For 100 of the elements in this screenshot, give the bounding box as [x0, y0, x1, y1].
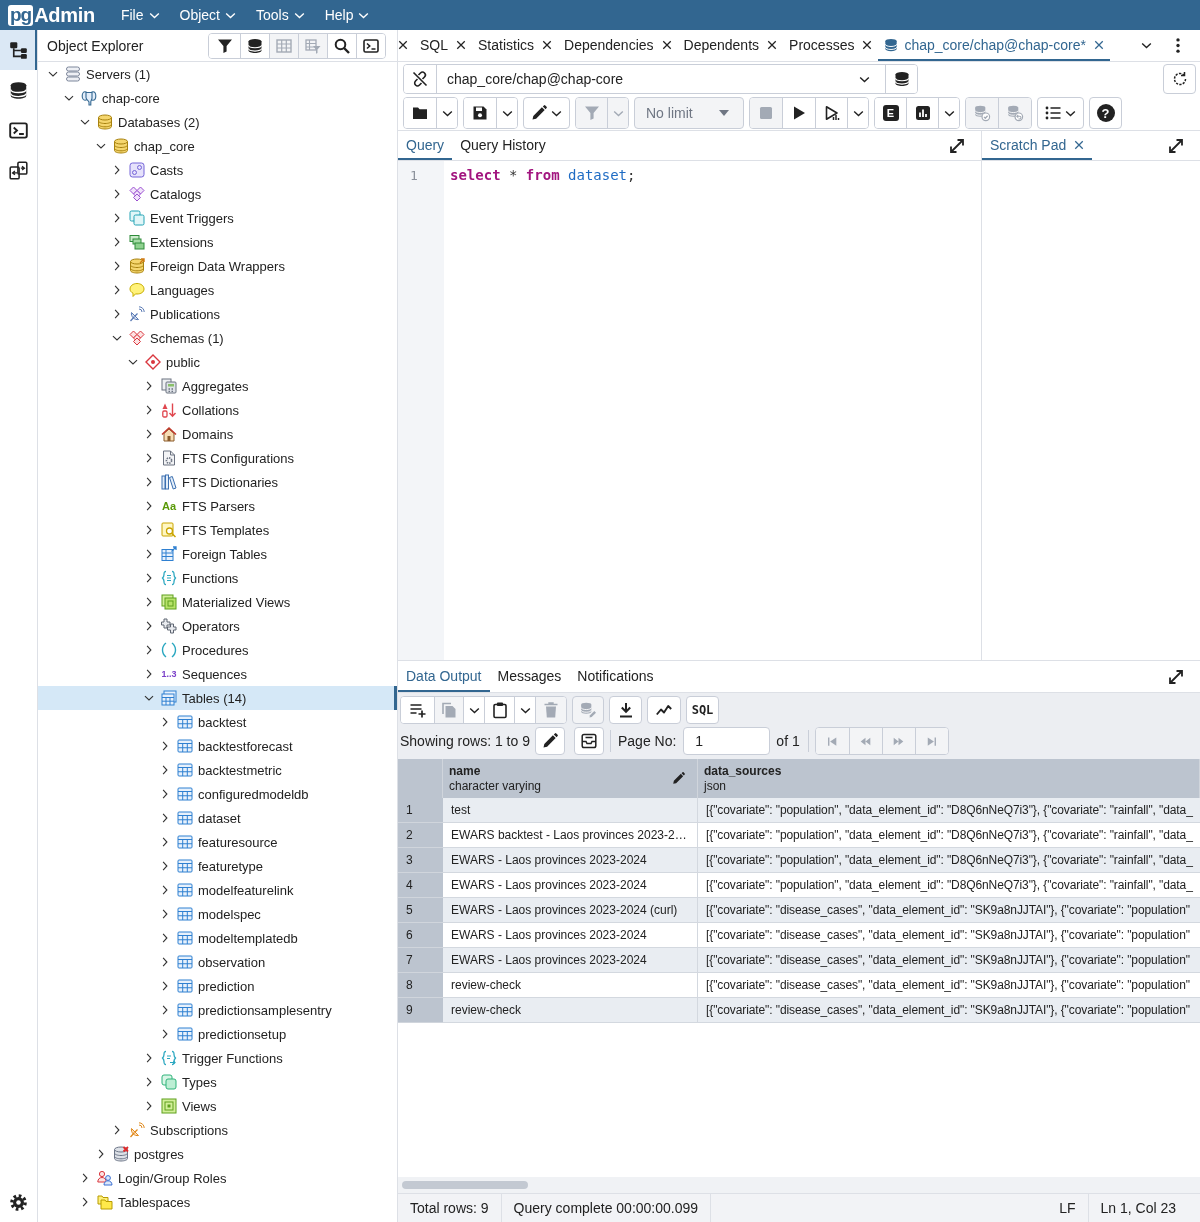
close-icon[interactable]: [1093, 39, 1104, 50]
tree-item[interactable]: Event Triggers: [38, 206, 397, 230]
graph-button[interactable]: [647, 696, 681, 724]
chevron-right-icon[interactable]: [146, 525, 152, 535]
close-icon[interactable]: [661, 39, 672, 50]
chevron-right-icon[interactable]: [162, 957, 168, 967]
tree-item[interactable]: Procedures: [38, 638, 397, 662]
tree-item[interactable]: Casts: [38, 158, 397, 182]
new-connection-button[interactable]: [885, 65, 917, 93]
tab[interactable]: Notifications: [569, 661, 662, 692]
tree-item[interactable]: FTS Dictionaries: [38, 470, 397, 494]
tree-item[interactable]: Schemas (1): [38, 326, 397, 350]
chevron-right-icon[interactable]: [146, 429, 152, 439]
tab[interactable]: Scratch Pad: [982, 131, 1093, 160]
reset-layout-button[interactable]: [1163, 64, 1196, 94]
chevron-right-icon[interactable]: [146, 669, 152, 679]
chevron-right-icon[interactable]: [162, 933, 168, 943]
column-header[interactable]: name character varying: [443, 759, 698, 798]
tab[interactable]: Processes: [783, 30, 879, 61]
chevron-right-icon[interactable]: [162, 717, 168, 727]
tree-item[interactable]: postgres: [38, 1142, 397, 1166]
tab[interactable]: SQL: [414, 30, 472, 61]
chevron-right-icon[interactable]: [146, 405, 152, 415]
chevron-right-icon[interactable]: [82, 1197, 88, 1207]
chevron-down-icon[interactable]: [64, 95, 74, 101]
tree-item[interactable]: Types: [38, 1070, 397, 1094]
tree-item[interactable]: dataset: [38, 806, 397, 830]
chevron-right-icon[interactable]: [146, 453, 152, 463]
chevron-right-icon[interactable]: [114, 285, 120, 295]
tree-item[interactable]: chap_core: [38, 134, 397, 158]
scrollbar-thumb[interactable]: [402, 1181, 528, 1189]
chevron-right-icon[interactable]: [146, 621, 152, 631]
chevron-right-icon[interactable]: [146, 1101, 152, 1111]
tree-item[interactable]: modelfeaturelink: [38, 878, 397, 902]
tree-item[interactable]: Databases (2): [38, 110, 397, 134]
download-button[interactable]: [609, 696, 642, 724]
tree-item[interactable]: Aggregates: [38, 374, 397, 398]
tree-item[interactable]: Views: [38, 1094, 397, 1118]
tree-item[interactable]: predictionsamplesentry: [38, 998, 397, 1022]
menu-button[interactable]: Object: [169, 0, 246, 30]
object-explorer-button[interactable]: [0, 30, 37, 70]
tree-item[interactable]: backtestforecast: [38, 734, 397, 758]
chevron-down-icon[interactable]: [128, 359, 138, 365]
tree-item[interactable]: Tablespaces: [38, 1190, 397, 1214]
menu-button[interactable]: Tools: [245, 0, 315, 30]
chevron-down-icon[interactable]: [96, 143, 106, 149]
tree-item[interactable]: Servers (1): [38, 62, 397, 86]
chevron-right-icon[interactable]: [114, 213, 120, 223]
tree-item[interactable]: predictionsetup: [38, 1022, 397, 1046]
chevron-right-icon[interactable]: [162, 789, 168, 799]
tree-item[interactable]: Languages: [38, 278, 397, 302]
chevron-right-icon[interactable]: [146, 573, 152, 583]
tree-item[interactable]: observation: [38, 950, 397, 974]
chevron-right-icon[interactable]: [162, 1005, 168, 1015]
chevron-right-icon[interactable]: [114, 261, 120, 271]
close-icon[interactable]: [767, 39, 778, 50]
tree-item[interactable]: Materialized Views: [38, 590, 397, 614]
macros-button[interactable]: [1037, 97, 1084, 129]
chevron-right-icon[interactable]: [98, 1149, 104, 1159]
edit-range-button[interactable]: [534, 727, 565, 755]
chevron-right-icon[interactable]: [146, 501, 152, 511]
close-icon[interactable]: [398, 39, 408, 50]
chevron-right-icon[interactable]: [146, 597, 152, 607]
chevron-right-icon[interactable]: [114, 189, 120, 199]
chevron-right-icon[interactable]: [162, 1029, 168, 1039]
dropdown-button[interactable]: [436, 98, 457, 128]
chevron-right-icon[interactable]: [162, 861, 168, 871]
tree-item[interactable]: Foreign Tables: [38, 542, 397, 566]
dropdown-button[interactable]: [847, 98, 868, 128]
close-icon[interactable]: [456, 39, 466, 50]
dropdown-button[interactable]: [938, 98, 959, 128]
tree-item[interactable]: Publications: [38, 302, 397, 326]
tree-item[interactable]: Foreign Data Wrappers: [38, 254, 397, 278]
chevron-right-icon[interactable]: [162, 741, 168, 751]
chevron-right-icon[interactable]: [162, 765, 168, 775]
psql-tool-button[interactable]: [356, 33, 385, 58]
tree-item[interactable]: Operators: [38, 614, 397, 638]
chevron-right-icon[interactable]: [114, 237, 120, 247]
tree-item[interactable]: Extensions: [38, 230, 397, 254]
tree-item[interactable]: FTS Configurations: [38, 446, 397, 470]
chevron-right-icon[interactable]: [146, 645, 152, 655]
chevron-right-icon[interactable]: [114, 1125, 120, 1135]
chevron-down-icon[interactable]: [112, 335, 122, 341]
chevron-right-icon[interactable]: [162, 837, 168, 847]
close-icon[interactable]: [1074, 139, 1085, 150]
chevron-right-icon[interactable]: [146, 1077, 152, 1087]
sql-button[interactable]: SQL: [686, 696, 719, 724]
tree-item[interactable]: configuredmodeldb: [38, 782, 397, 806]
page-input[interactable]: 1: [683, 727, 771, 755]
tab[interactable]: Query History: [452, 131, 554, 160]
chevron-right-icon[interactable]: [114, 309, 120, 319]
chevron-right-icon[interactable]: [162, 909, 168, 919]
tray-button[interactable]: [573, 727, 604, 755]
tree-item[interactable]: Login/Group Roles: [38, 1166, 397, 1190]
tree-item[interactable]: Domains: [38, 422, 397, 446]
help-button[interactable]: ?: [1089, 97, 1122, 129]
tab[interactable]: Messages: [489, 661, 570, 692]
column-header[interactable]: data_sources json: [698, 759, 1200, 798]
tab[interactable]: Dependents: [677, 30, 784, 61]
chevron-right-icon[interactable]: [146, 477, 152, 487]
